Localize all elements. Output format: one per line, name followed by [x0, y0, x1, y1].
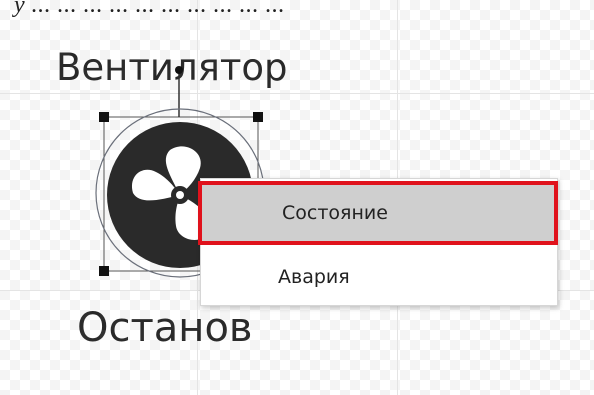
resize-handle-bottom-left[interactable] — [99, 266, 109, 276]
resize-handle-top-right[interactable] — [253, 112, 263, 122]
rotate-handle[interactable] — [175, 66, 183, 74]
menu-item-state[interactable]: Состояние — [198, 181, 558, 245]
menu-item-label: Состояние — [282, 202, 388, 224]
status-label[interactable]: Останов — [77, 305, 253, 351]
context-menu: Состояние Авария — [198, 178, 558, 307]
resize-handle-top-left[interactable] — [99, 112, 109, 122]
menu-item-label: Авария — [278, 266, 350, 288]
menu-item-alarm[interactable]: Авария — [201, 247, 557, 307]
